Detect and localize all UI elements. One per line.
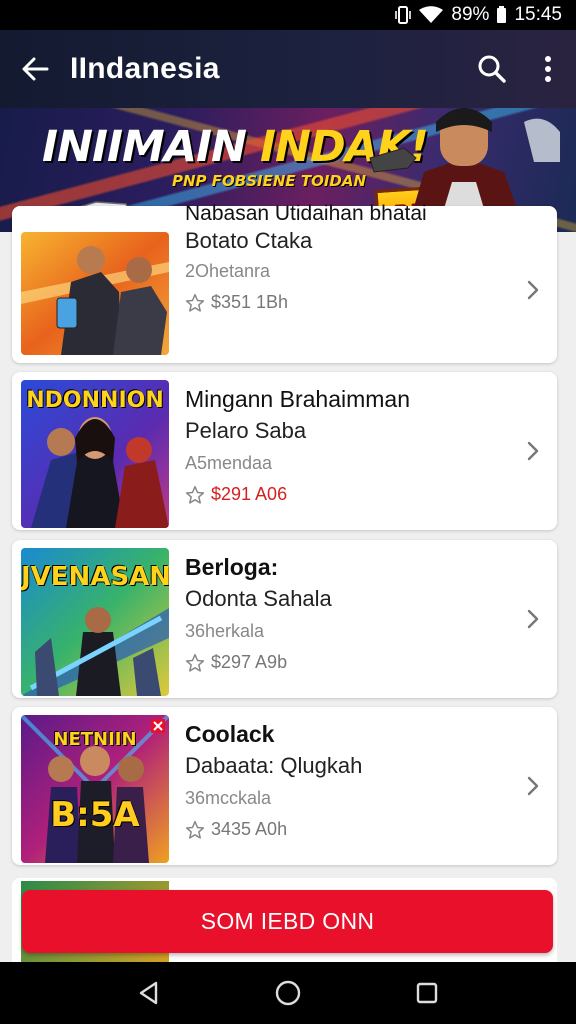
thumbnail-logo-text-top: NETNIIN (53, 729, 137, 750)
back-triangle-icon (140, 981, 158, 1005)
page-title: IIndanesia (70, 52, 220, 85)
status-bar: 89% 15:45 (0, 0, 576, 30)
star-icon (185, 485, 205, 504)
item-title: Coolack (185, 721, 275, 747)
item-rating: $291 A06 (185, 484, 287, 505)
item-title: Nabasan Utidaihan bhatai (185, 202, 427, 225)
back-arrow-icon (22, 57, 49, 81)
more-vert-icon (545, 56, 551, 82)
item-info: Berloga: Odonta Sahala 36herkala $297 A9… (185, 540, 517, 698)
item-rating-text: 3435 A0h (211, 819, 288, 839)
item-info: Nabasan Utidaihan bhatai Botato Ctaka 2O… (185, 202, 517, 363)
bottom-cta-area: SOM IEBD ONN (0, 878, 576, 962)
back-button[interactable] (0, 30, 70, 108)
chevron-right-icon (527, 280, 539, 299)
chevron-right-icon (527, 441, 539, 461)
battery-percent: 89% (451, 4, 490, 25)
recents-square-icon (416, 982, 437, 1004)
search-icon (478, 55, 506, 83)
item-subtitle: Odonta Sahala (185, 586, 332, 611)
item-rating-text: $291 A06 (211, 484, 288, 504)
close-icon (151, 719, 165, 733)
item-info: Mingann Brahaimman Pelaro Saba A5mendaa … (185, 372, 517, 530)
item-thumbnail: NDONNION (21, 380, 169, 528)
nav-home-button[interactable] (268, 973, 308, 1013)
item-thumbnail (21, 232, 169, 355)
nav-recents-button[interactable] (407, 973, 447, 1013)
item-subtitle: Dabaata: Qlugkah (185, 753, 363, 778)
thumbnail-logo-text: NDONNION (26, 388, 164, 413)
star-icon (185, 820, 205, 839)
search-button[interactable] (464, 30, 520, 108)
thumbnail-logo-text: JVENASAN (21, 562, 169, 592)
status-time: 15:45 (514, 4, 562, 25)
item-subtitle: Pelaro Saba (185, 418, 307, 443)
list-item[interactable]: JVENASAN Berloga: Odonta Sahala 36herkal… (12, 540, 557, 698)
item-title: Mingann Brahaimman (185, 386, 411, 412)
item-rating: $351 1Bh (185, 292, 288, 313)
battery-icon (497, 5, 507, 23)
item-rating-text: $351 1Bh (211, 292, 289, 312)
item-rating: 3435 A0h (185, 819, 287, 840)
banner-tagline: PNP FOBSIENE TOIDAN (172, 172, 367, 190)
star-icon (185, 653, 205, 672)
primary-cta-button[interactable]: SOM IEBD ONN (22, 890, 553, 953)
item-thumbnail: NETNIIN B:5A (21, 715, 169, 863)
home-circle-icon (275, 980, 301, 1006)
item-meta: 36herkala (185, 621, 265, 641)
star-icon (185, 293, 205, 312)
wifi-icon (419, 6, 444, 24)
thumbnail-logo-text: B:5A (50, 795, 140, 835)
vibrate-icon (395, 5, 412, 25)
item-meta: 36mcckala (185, 788, 272, 808)
app-bar: IIndanesia (0, 30, 576, 108)
list-item[interactable]: NDONNION Mingann Brahaimman Pelaro Saba … (12, 372, 557, 530)
system-nav-bar (0, 962, 576, 1024)
list-item[interactable]: NETNIIN B:5A Coolack Dabaata: Qlugkah 36… (12, 707, 557, 865)
more-options-button[interactable] (520, 30, 576, 108)
item-rating-text: $297 A9b (211, 652, 288, 672)
item-title: Berloga: (185, 554, 279, 580)
item-thumbnail: JVENASAN (21, 548, 169, 696)
nav-back-button[interactable] (129, 973, 169, 1013)
item-meta: A5mendaa (185, 453, 273, 473)
item-meta: 2Ohetanra (185, 261, 271, 281)
item-info: Coolack Dabaata: Qlugkah 36mcckala 3435 … (185, 707, 517, 865)
chevron-right-icon (527, 776, 539, 796)
chevron-right-icon (527, 609, 539, 629)
item-subtitle: Botato Ctaka (185, 228, 313, 253)
list-item[interactable]: Nabasan Utidaihan bhatai Botato Ctaka 2O… (12, 202, 557, 363)
item-rating: $297 A9b (185, 652, 287, 673)
screen: 89% 15:45 IIndanesia INIIMAIN INDAK! PNP… (0, 0, 576, 1024)
